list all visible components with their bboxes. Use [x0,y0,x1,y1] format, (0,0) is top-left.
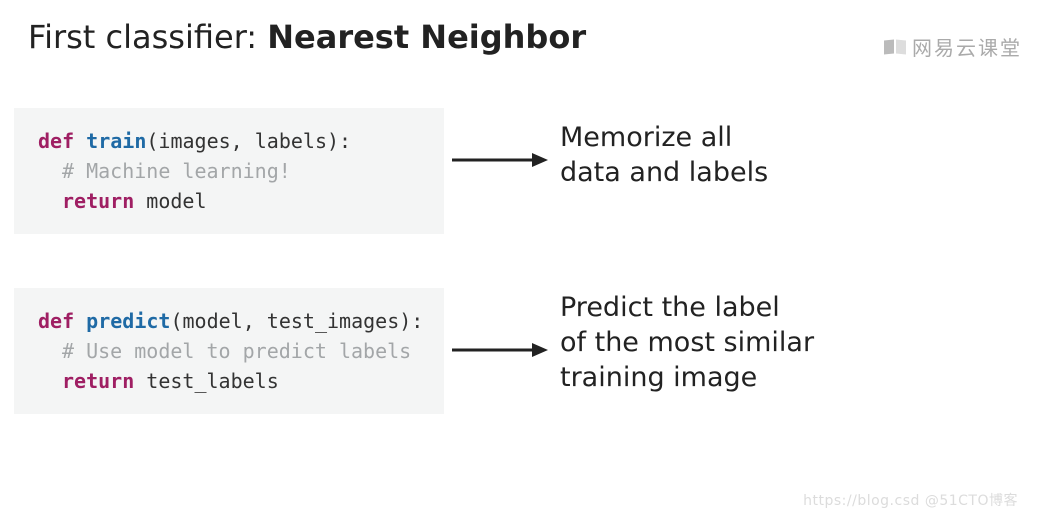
title-strong: Nearest Neighbor [267,18,586,56]
keyword-return: return [62,369,134,393]
function-name: predict [86,309,170,333]
description-train: Memorize all data and labels [560,120,768,190]
function-name: train [86,129,146,153]
signature: (images, labels): [146,129,351,153]
watermark-text: https://blog.csd @51CTO博客 [803,490,1018,510]
brand-text: 网易云课堂 [912,32,1022,61]
desc-line: of the most similar [560,325,814,360]
arrow-icon [450,340,550,360]
code-line: return test_labels [38,366,426,396]
keyword-def: def [38,309,74,333]
description-predict: Predict the label of the most similar tr… [560,290,814,395]
arrow-icon [450,150,550,170]
code-line: def train(images, labels): [38,126,426,156]
title-prefix: First classifier: [28,18,267,56]
keyword-def: def [38,129,74,153]
code-line: def predict(model, test_images): [38,306,426,336]
desc-line: Predict the label [560,290,814,325]
keyword-return: return [62,189,134,213]
code-comment: # Use model to predict labels [38,336,426,366]
book-icon [884,38,906,56]
brand-logo: 网易云课堂 [884,32,1022,61]
desc-line: Memorize all [560,120,768,155]
code-line: return model [38,186,426,216]
return-value: test_labels [146,369,278,393]
desc-line: training image [560,360,814,395]
desc-line: data and labels [560,155,768,190]
signature: (model, test_images): [170,309,423,333]
slide-title: First classifier: Nearest Neighbor [28,18,586,56]
return-value: model [146,189,206,213]
code-comment: # Machine learning! [38,156,426,186]
code-block-train: def train(images, labels): # Machine lea… [14,108,444,234]
code-block-predict: def predict(model, test_images): # Use m… [14,288,444,414]
